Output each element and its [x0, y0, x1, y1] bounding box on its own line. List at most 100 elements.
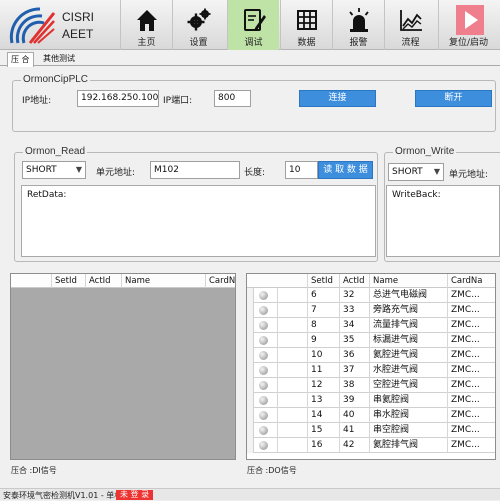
ret-data-textarea[interactable]: RetData: [21, 185, 376, 257]
row-actid: 35 [339, 333, 369, 348]
toolbar-reset-start-button[interactable]: 复位/启动 [438, 0, 498, 50]
chevron-down-icon: ▼ [433, 167, 440, 176]
row-cardname: ZMC... [447, 333, 495, 348]
tab-press[interactable]: 压 合 [7, 52, 34, 67]
gears-icon [187, 8, 211, 31]
status-led-icon [259, 411, 268, 420]
row-cardname: ZMC... [447, 393, 495, 408]
row-name: 空腔进气阀 [369, 378, 447, 393]
do-col-actid[interactable]: ActId [339, 274, 369, 288]
do-signal-grid[interactable]: SetId ActId Name CardNa 6 32 总进气电磁阀 ZMC... 7… [246, 273, 496, 460]
toolbar-process-button[interactable]: 流程 [384, 0, 436, 50]
ip-address-input[interactable]: 192.168.250.100 [77, 90, 159, 107]
table-row[interactable]: 16 42 氦腔排气阀 ZMC... [247, 438, 495, 453]
table-row[interactable]: 11 37 水腔进气阀 ZMC... [247, 363, 495, 378]
table-row[interactable]: 15 41 串空腔阀 ZMC... [247, 423, 495, 438]
status-led-icon [259, 351, 268, 360]
row-blank-cell [277, 423, 307, 438]
status-bar: 安泰环境气密检测机V1.01 - 单机 未 登 录 [0, 488, 500, 500]
status-led-icon [259, 306, 268, 315]
row-blank-cell [277, 393, 307, 408]
row-actid: 34 [339, 318, 369, 333]
row-selector[interactable] [247, 423, 254, 438]
table-row[interactable]: 13 39 串氦腔阀 ZMC... [247, 393, 495, 408]
di-col-actid[interactable]: ActId [85, 274, 121, 288]
play-icon [456, 5, 484, 35]
table-row[interactable]: 12 38 空腔进气阀 ZMC... [247, 378, 495, 393]
toolbar-alarm-label: 报警 [349, 38, 368, 48]
row-blank-cell [277, 318, 307, 333]
do-col-cardname[interactable]: CardNa [447, 274, 495, 288]
table-row[interactable]: 8 34 流量排气阀 ZMC... [247, 318, 495, 333]
status-led-icon [259, 426, 268, 435]
toolbar-process-label: 流程 [401, 38, 420, 48]
di-signal-grid[interactable]: SetId ActId Name CardNam [10, 273, 236, 460]
toolbar-home-button[interactable]: 主页 [120, 0, 172, 50]
di-col-cardname[interactable]: CardNam [205, 274, 235, 288]
toolbar-data-button[interactable]: 数据 [280, 0, 332, 50]
row-cardname: ZMC... [447, 378, 495, 393]
row-selector[interactable] [247, 363, 254, 378]
table-row[interactable]: 10 36 氦腔进气阀 ZMC... [247, 348, 495, 363]
disconnect-button[interactable]: 断开 [415, 90, 492, 107]
table-row[interactable]: 6 32 总进气电磁阀 ZMC... [247, 288, 495, 303]
toolbar-debug-button[interactable]: 调试 [227, 0, 279, 50]
row-actid: 42 [339, 438, 369, 453]
toolbar-reset-start-label: 复位/启动 [448, 38, 489, 48]
read-unit-address-label: 单元地址: [96, 168, 136, 178]
row-selector[interactable] [247, 393, 254, 408]
ip-port-input[interactable]: 800 [214, 90, 251, 107]
read-type-select[interactable]: SHORT ▼ [22, 161, 86, 179]
read-length-label: 长度: [244, 168, 266, 178]
row-setid: 12 [307, 378, 339, 393]
read-length-input[interactable]: 10 [285, 161, 318, 179]
brand-line2: AEET [62, 27, 94, 41]
toolbar-settings-button[interactable]: 设置 [172, 0, 224, 50]
login-status-badge[interactable]: 未 登 录 [116, 490, 154, 500]
row-selector[interactable] [247, 378, 254, 393]
row-cardname: ZMC... [447, 423, 495, 438]
row-cardname: ZMC... [447, 438, 495, 453]
row-selector[interactable] [247, 348, 254, 363]
write-type-select[interactable]: SHORT ▼ [388, 163, 444, 181]
row-selector[interactable] [247, 408, 254, 423]
row-selector[interactable] [247, 333, 254, 348]
table-row[interactable]: 9 35 标漏进气阀 ZMC... [247, 333, 495, 348]
status-led-icon [259, 366, 268, 375]
read-unit-address-input[interactable]: M102 [150, 161, 240, 179]
connect-button[interactable]: 连接 [299, 90, 376, 107]
do-grid-footer: 压合 :DO信号 [247, 466, 297, 475]
do-col-setid[interactable]: SetId [307, 274, 339, 288]
tab-other-tests[interactable]: 其他测试 [40, 52, 78, 66]
row-actid: 32 [339, 288, 369, 303]
ret-data-label: RetData: [27, 190, 67, 200]
ip-address-label: IP地址: [22, 96, 52, 106]
table-row[interactable]: 7 33 旁路充气阀 ZMC... [247, 303, 495, 318]
toolbar-data-label: 数据 [297, 38, 316, 48]
row-selector[interactable] [247, 288, 254, 303]
di-col-setid[interactable]: SetId [51, 274, 85, 288]
main-tab-strip: 压 合 其他测试 [0, 52, 500, 67]
table-row[interactable]: 14 40 串水腔阀 ZMC... [247, 408, 495, 423]
debug-edit-icon [244, 9, 266, 31]
row-blank-cell [277, 348, 307, 363]
toolbar-alarm-button[interactable]: 报警 [332, 0, 384, 50]
status-led-icon [259, 441, 268, 450]
row-setid: 16 [307, 438, 339, 453]
do-col-name[interactable]: Name [369, 274, 447, 288]
write-type-value: SHORT [392, 167, 423, 177]
di-col-name[interactable]: Name [121, 274, 205, 288]
read-data-button[interactable]: 读 取 数 据 [318, 161, 373, 179]
row-selector[interactable] [247, 438, 254, 453]
data-grid-icon [297, 10, 317, 30]
read-type-value: SHORT [26, 165, 57, 175]
status-led-icon [259, 291, 268, 300]
row-selector[interactable] [247, 303, 254, 318]
status-led-icon [259, 381, 268, 390]
plc-group-title: OrmonCipPLC [21, 74, 91, 85]
row-setid: 8 [307, 318, 339, 333]
row-name: 串氦腔阀 [369, 393, 447, 408]
write-back-textarea[interactable]: WriteBack: [386, 185, 500, 257]
row-selector[interactable] [247, 318, 254, 333]
row-actid: 38 [339, 378, 369, 393]
